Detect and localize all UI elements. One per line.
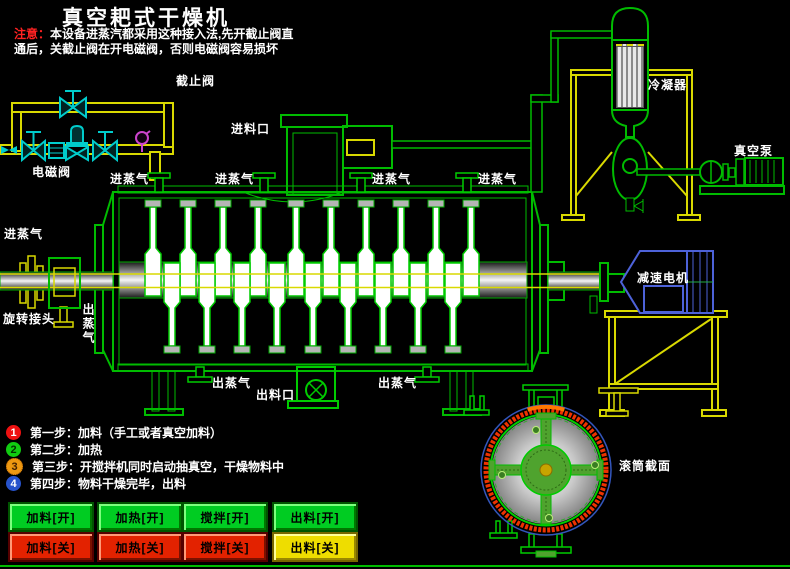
rake-paddle: [214, 206, 232, 297]
rake-paddle: [409, 262, 427, 347]
rake-paddle: [233, 345, 251, 354]
discharge-on-button[interactable]: 出料[开]: [272, 502, 358, 532]
label-rotary-joint: 旋转接头: [3, 312, 56, 326]
stop-valve-icon: [59, 90, 87, 119]
rake-paddle: [339, 345, 357, 354]
rake-paddle: [233, 262, 251, 347]
rake-paddle: [462, 206, 480, 297]
rake-paddle: [322, 199, 340, 208]
rake-paddle: [374, 262, 392, 347]
label-solenoid-valve: 电磁阀: [32, 165, 72, 179]
feed-off-button[interactable]: 加料[关]: [8, 532, 94, 562]
label-vacuum-pump: 真空泵: [734, 144, 774, 158]
rake-paddle: [304, 345, 322, 354]
label-stop-valve: 截止阀: [176, 74, 216, 88]
rake-paddle: [268, 345, 286, 354]
rake-paddle: [444, 262, 462, 347]
rake-paddle: [249, 199, 267, 208]
label-discharge-outlet: 出料口: [256, 388, 296, 402]
label-drum-section: 滚筒截面: [619, 459, 672, 473]
heat-off-button[interactable]: 加热[关]: [97, 532, 183, 562]
step-text-2: 第二步：加热: [30, 443, 103, 457]
label-steam-in-2: 进蒸气: [215, 172, 255, 186]
rake-paddle: [427, 206, 445, 297]
warning-line2: 通后，关截止阀在开电磁阀，否则电磁阀容易损坏: [14, 42, 279, 56]
rake-paddle: [357, 199, 375, 208]
step-item-4: 4 第四步：物料干燥完毕，出料: [6, 475, 186, 492]
label-feed-inlet: 进料口: [231, 122, 271, 136]
rake-paddle: [322, 206, 340, 297]
rake-paddle: [179, 206, 197, 297]
step-item-2: 2 第二步：加热: [6, 441, 102, 458]
rake-paddle: [179, 199, 197, 208]
drum-top-arc: [527, 404, 565, 412]
step-text-1: 第一步：加料（手工或者真空加料）: [30, 426, 223, 440]
rake-paddle: [249, 206, 267, 297]
heat-on-button[interactable]: 加热[开]: [97, 502, 183, 532]
warning-note: 注意：本设备进蒸汽都采用这种接入法,先开截止阀直 通后，关截止阀在开电磁阀，否则…: [14, 27, 314, 57]
stir-off-button[interactable]: 搅拌[关]: [182, 532, 268, 562]
rake-paddle: [198, 262, 216, 347]
rake-paddle: [409, 345, 427, 354]
label-condenser: 冷凝器: [648, 78, 688, 92]
warning-line1: 本设备进蒸汽都采用这种接入法,先开截止阀直: [50, 27, 294, 41]
label-steam-in-4: 进蒸气: [478, 172, 518, 186]
strainer-icon: [48, 142, 65, 159]
rake-paddle: [287, 206, 305, 297]
step-item-3: 3 第三步：开搅拌机同时启动抽真空，干燥物料中: [6, 458, 284, 475]
label-steam-in-left: 进蒸气: [4, 227, 44, 241]
condenser-tubes: [616, 44, 644, 108]
feed-on-button[interactable]: 加料[开]: [8, 502, 94, 532]
vapor-pipe: [391, 30, 614, 193]
rake-paddle: [198, 345, 216, 354]
rake-paddle: [144, 199, 162, 208]
step-text-4: 第四步：物料干燥完毕，出料: [30, 477, 187, 491]
step-badge-3: 3: [6, 458, 23, 475]
stir-on-button[interactable]: 搅拌[开]: [182, 502, 268, 532]
rake-paddle: [339, 262, 357, 347]
rake-paddle: [144, 206, 162, 297]
warning-tag: 注意：: [14, 27, 51, 41]
step-item-1: 1 第一步：加料（手工或者真空加料）: [6, 424, 222, 441]
step-text-3: 第三步：开搅拌机同时启动抽真空，干燥物料中: [32, 460, 285, 474]
rake-paddle: [163, 262, 181, 347]
hmi-screen: 真空耙式干燥机 注意：本设备进蒸汽都采用这种接入法,先开截止阀直 通后，关截止阀…: [0, 0, 790, 569]
label-steam-in-1: 进蒸气: [110, 172, 150, 186]
rake-paddle: [462, 199, 480, 208]
label-gear-motor: 减速电机: [637, 271, 690, 285]
step-badge-2: 2: [6, 442, 21, 457]
drum-section-view: [463, 384, 612, 558]
step-badge-4: 4: [6, 476, 21, 491]
rake-paddle: [427, 199, 445, 208]
gate-valve-icon: [21, 131, 46, 163]
rake-paddle: [304, 262, 322, 347]
discharge-off-button[interactable]: 出料[关]: [272, 532, 358, 562]
label-steam-in-3: 进蒸气: [372, 172, 412, 186]
rake-paddle: [392, 199, 410, 208]
rake-paddle: [268, 262, 286, 347]
rake-paddle: [163, 345, 181, 354]
label-steam-out-1: 出蒸气: [212, 376, 252, 390]
rake-paddle: [392, 206, 410, 297]
label-steam-out-2: 出蒸气: [378, 376, 418, 390]
rake-paddle: [287, 199, 305, 208]
gate-valve-icon: [92, 131, 118, 163]
rake-paddle: [444, 345, 462, 354]
label-steam-out-left: 出蒸气: [81, 303, 95, 345]
rake-paddle: [374, 345, 392, 354]
discharge-outlet-icon: [287, 366, 339, 409]
rake-paddles: [144, 199, 480, 354]
rake-paddle: [357, 206, 375, 297]
step-badge-1: 1: [6, 425, 21, 440]
rake-paddle: [214, 199, 232, 208]
